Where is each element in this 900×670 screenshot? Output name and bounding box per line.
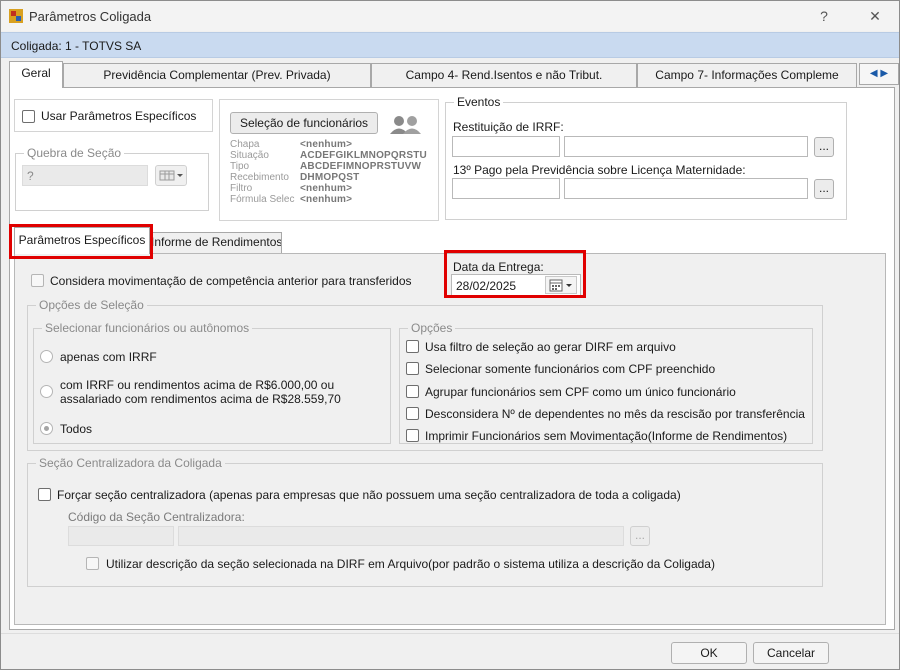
restituicao-lookup-button[interactable]: ...: [814, 137, 834, 157]
opcao-desconsidera-label: Desconsidera Nº de dependentes no mês da…: [425, 407, 805, 421]
selecionar-funcionarios-legend: Selecionar funcionários ou autônomos: [42, 321, 253, 335]
info-label-situacao: Situação: [230, 150, 269, 161]
considera-checkbox[interactable]: [31, 274, 44, 287]
info-label-filtro: Filtro: [230, 183, 253, 194]
calendar-icon: [549, 279, 572, 292]
info-value-tipo: ABCDEFIMNOPRSTUVW: [300, 161, 422, 172]
radio-irrf-rendimentos-label-1: com IRRF ou rendimentos acima de R$6.000…: [60, 378, 335, 392]
app-icon: [9, 9, 23, 23]
users-icon: [390, 116, 421, 134]
descricao-secao-input[interactable]: [178, 526, 624, 546]
usar-parametros-box: Usar Parâmetros Específicos: [14, 99, 213, 132]
info-value-situacao: ACDEFGIKLMNOPQRSTU: [300, 150, 427, 161]
ok-button[interactable]: OK: [671, 642, 747, 664]
decimo-desc-input[interactable]: [564, 178, 808, 199]
codigo-secao-lookup-button[interactable]: ...: [630, 526, 650, 546]
opcoes-selecao-legend: Opções de Seleção: [36, 298, 147, 312]
cancel-button[interactable]: Cancelar: [753, 642, 829, 664]
codigo-secao-input[interactable]: [68, 526, 174, 546]
decimo-label: 13º Pago pela Previdência sobre Licença …: [453, 163, 746, 177]
subtab-informe[interactable]: Informe de Rendimentos: [150, 232, 282, 253]
radio-irrf-rendimentos-label-2: assalariado com rendimentos acima de R$2…: [60, 392, 341, 406]
opcao-agrupar-label: Agrupar funcionários sem CPF como um úni…: [425, 385, 736, 399]
window-title: Parâmetros Coligada: [29, 9, 152, 24]
info-label-recebimento: Recebimento: [230, 172, 289, 183]
opcoes-legend: Opções: [408, 321, 456, 335]
considera-label: Considera movimentação de competência an…: [50, 274, 412, 288]
tab-previdencia[interactable]: Previdência Complementar (Prev. Privada): [63, 63, 371, 87]
info-label-tipo: Tipo: [230, 161, 250, 172]
date-picker-button[interactable]: [545, 276, 577, 294]
footer-bar: OK Cancelar: [1, 633, 899, 669]
close-button[interactable]: ✕: [853, 4, 897, 28]
opcoes-selecao-group: Opções de Seleção Selecionar funcionário…: [27, 298, 823, 451]
subtab-panel-parametros: Considera movimentação de competência an…: [14, 253, 886, 625]
info-value-recebimento: DHMOPQST: [300, 172, 360, 183]
decimo-code-input[interactable]: [452, 178, 560, 199]
tab-campo4[interactable]: Campo 4- Rend.Isentos e não Tribut.: [371, 63, 637, 87]
selecao-funcionarios-button[interactable]: Seleção de funcionários: [230, 112, 378, 134]
decimo-lookup-button[interactable]: ...: [814, 179, 834, 199]
subtab-parametros[interactable]: Parâmetros Específicos: [14, 227, 150, 254]
grid-dropdown-icon: [159, 170, 183, 181]
usar-parametros-label: Usar Parâmetros Específicos: [41, 109, 197, 123]
radio-apenas-irrf-label: apenas com IRRF: [60, 350, 157, 364]
quebra-secao-dropdown[interactable]: [155, 165, 187, 186]
info-value-chapa: <nenhum>: [300, 139, 353, 150]
opcao-cpf-preenchido-checkbox[interactable]: [406, 362, 419, 375]
opcao-desconsidera-checkbox[interactable]: [406, 407, 419, 420]
coligada-label: Coligada: 1 - TOTVS SA: [11, 39, 142, 53]
selecionar-funcionarios-group: Selecionar funcionários ou autônomos ape…: [33, 321, 391, 444]
dialog-window: Parâmetros Coligada ? ✕ Coligada: 1 - TO…: [0, 0, 900, 670]
tab-panel-geral: Usar Parâmetros Específicos Quebra de Se…: [9, 87, 895, 630]
radio-irrf-rendimentos[interactable]: [40, 385, 53, 398]
secao-centralizadora-group: Seção Centralizadora da Coligada Forçar …: [27, 456, 823, 587]
radio-apenas-irrf[interactable]: [40, 350, 53, 363]
forcar-secao-checkbox[interactable]: [38, 488, 51, 501]
opcao-imprimir-checkbox[interactable]: [406, 429, 419, 442]
info-value-formula: <nenhum>: [300, 194, 353, 205]
radio-todos[interactable]: [40, 422, 53, 435]
arrow-right-icon[interactable]: ▶: [880, 68, 888, 79]
utilizar-descricao-checkbox[interactable]: [86, 557, 99, 570]
info-label-formula: Fórmula Selec: [230, 194, 295, 205]
forcar-secao-label: Forçar seção centralizadora (apenas para…: [57, 488, 681, 502]
data-entrega-label: Data da Entrega:: [453, 260, 544, 274]
codigo-secao-label: Código da Seção Centralizadora:: [68, 510, 245, 524]
eventos-legend: Eventos: [454, 95, 504, 109]
selecao-funcionarios-box: Seleção de funcionários Chapa <nenhum> S…: [219, 99, 439, 221]
radio-todos-label: Todos: [60, 422, 93, 436]
arrow-left-icon[interactable]: ◀: [870, 68, 878, 79]
main-tabs: Geral Previdência Complementar (Prev. Pr…: [9, 61, 899, 88]
quebra-secao-group: Quebra de Seção ?: [15, 146, 209, 211]
info-label-chapa: Chapa: [230, 139, 260, 150]
quebra-secao-legend: Quebra de Seção: [24, 146, 125, 160]
opcao-agrupar-checkbox[interactable]: [406, 385, 419, 398]
restituicao-desc-input[interactable]: [564, 136, 808, 157]
eventos-group: Eventos Restituição de IRRF: ... 13º Pag…: [445, 95, 847, 220]
opcao-usa-filtro-checkbox[interactable]: [406, 340, 419, 353]
utilizar-descricao-label: Utilizar descrição da seção selecionada …: [106, 557, 715, 571]
secao-centralizadora-legend: Seção Centralizadora da Coligada: [36, 456, 225, 470]
tab-scroll-buttons[interactable]: ◀ ▶: [859, 63, 899, 85]
opcoes-group: Opções Usa filtro de seleção ao gerar DI…: [399, 321, 813, 444]
coligada-bar: Coligada: 1 - TOTVS SA: [1, 32, 899, 58]
tab-campo7[interactable]: Campo 7- Informações Compleme: [637, 63, 857, 87]
help-button[interactable]: ?: [802, 4, 846, 28]
opcao-imprimir-label: Imprimir Funcionários sem Movimentação(I…: [425, 429, 788, 443]
tab-geral[interactable]: Geral: [9, 61, 63, 88]
usar-parametros-checkbox[interactable]: [22, 110, 35, 123]
opcao-cpf-preenchido-label: Selecionar somente funcionários com CPF …: [425, 362, 716, 376]
restituicao-label: Restituição de IRRF:: [453, 120, 564, 134]
opcao-usa-filtro-label: Usa filtro de seleção ao gerar DIRF em a…: [425, 340, 676, 354]
title-bar: Parâmetros Coligada ? ✕: [1, 1, 899, 31]
restituicao-code-input[interactable]: [452, 136, 560, 157]
quebra-secao-input[interactable]: ?: [22, 165, 148, 186]
info-value-filtro: <nenhum>: [300, 183, 353, 194]
